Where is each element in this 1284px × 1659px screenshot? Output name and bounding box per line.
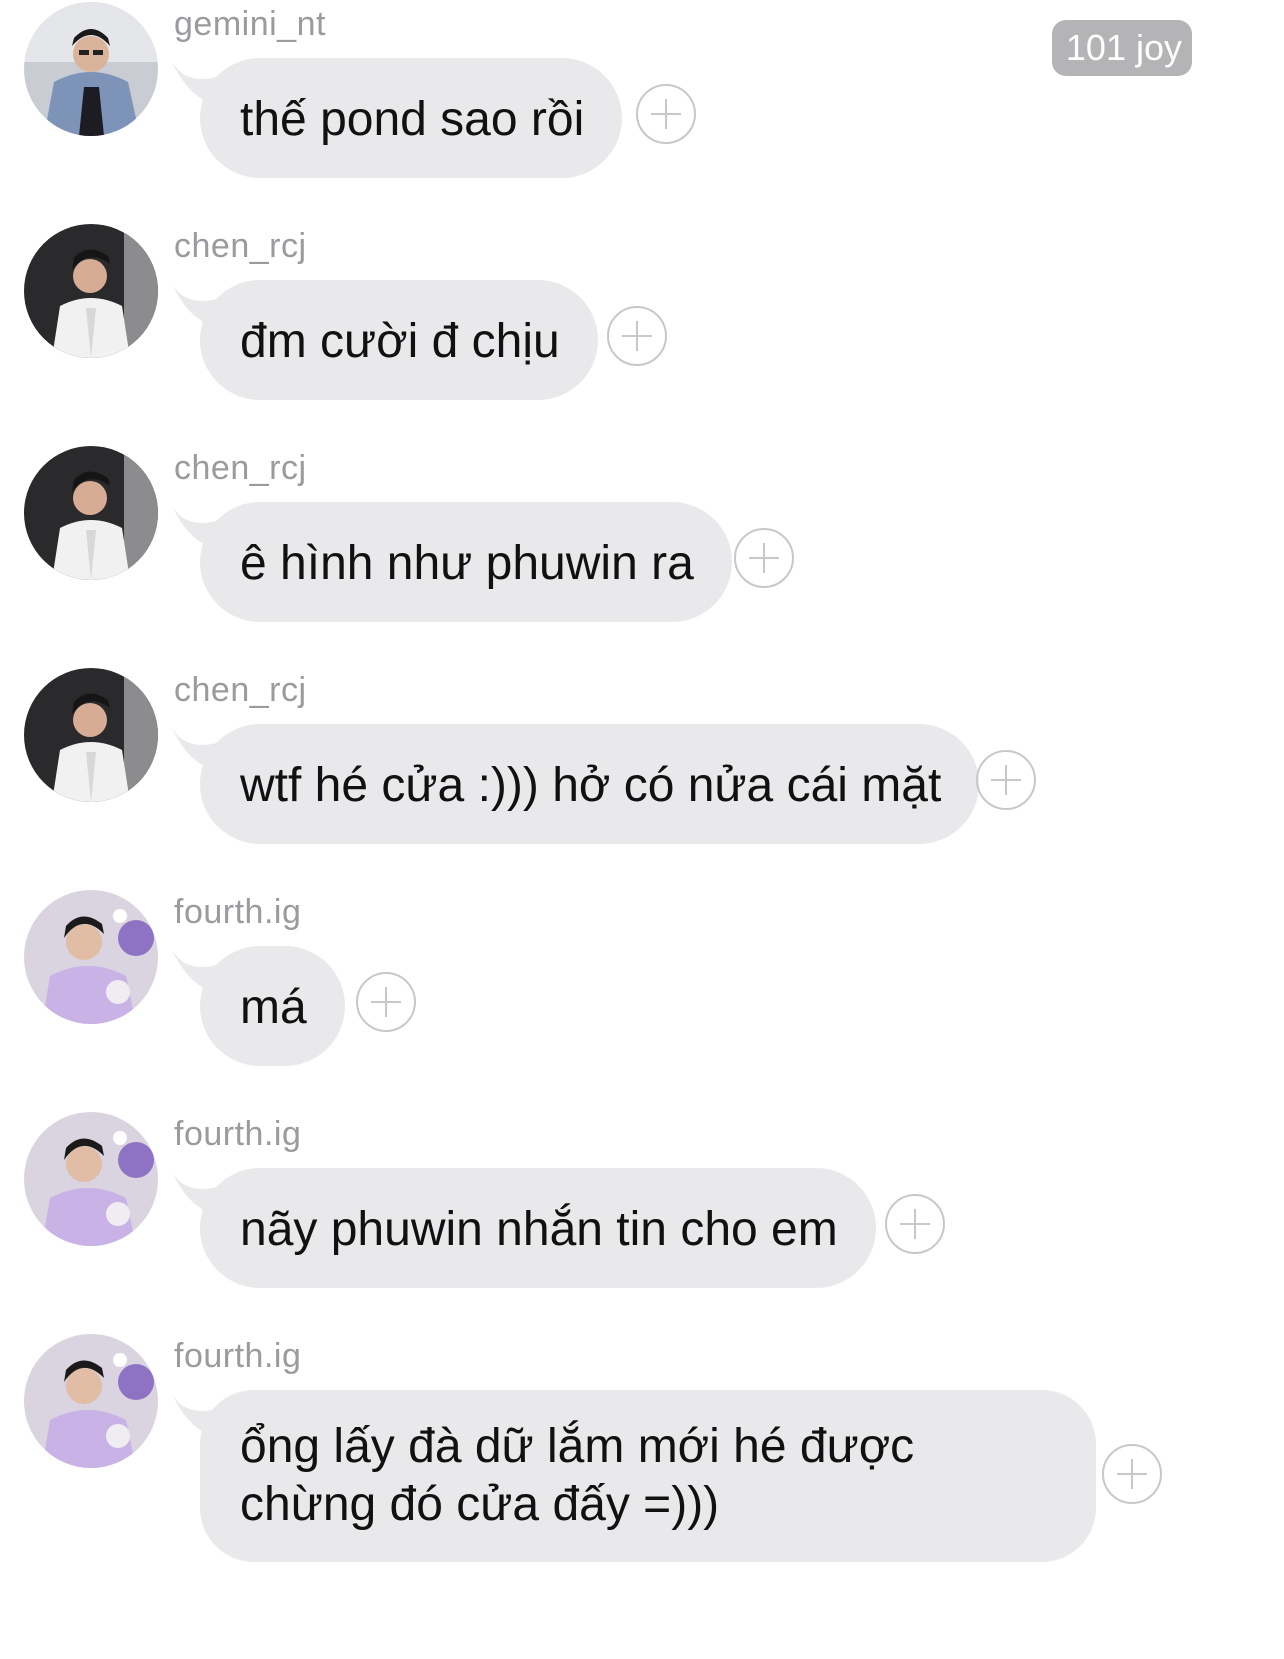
message-bubble[interactable]: thế pond sao rồi xyxy=(200,58,623,178)
avatar-fourth-image xyxy=(24,890,158,1024)
message-bubble[interactable]: nãy phuwin nhắn tin cho em xyxy=(200,1168,876,1288)
username[interactable]: fourth.ig xyxy=(174,1334,301,1378)
username[interactable]: chen_rcj xyxy=(174,446,307,490)
message-row: fourth.ig ổng lấy đà dữ lắm mới hé được … xyxy=(0,1332,1284,1659)
message-row: chen_rcj wtf hé cửa :))) hở có nửa cái m… xyxy=(0,666,1284,866)
username[interactable]: chen_rcj xyxy=(174,668,307,712)
avatar-chen-image xyxy=(24,446,158,580)
message-row: chen_rcj đm cười đ chịu xyxy=(0,222,1284,422)
message-bubble[interactable]: ổng lấy đà dữ lắm mới hé được chừng đó c… xyxy=(200,1390,1096,1562)
message-row: gemini_nt thế pond sao rồi xyxy=(0,0,1284,200)
avatar-chen-image xyxy=(24,224,158,358)
user-avatar[interactable] xyxy=(24,890,158,1024)
avatar-fourth-image xyxy=(24,1112,158,1246)
user-avatar[interactable] xyxy=(24,224,158,358)
add-reaction-button[interactable] xyxy=(734,528,794,588)
user-avatar[interactable] xyxy=(24,1112,158,1246)
add-reaction-button[interactable] xyxy=(1102,1444,1162,1504)
add-reaction-button[interactable] xyxy=(356,972,416,1032)
username[interactable]: gemini_nt xyxy=(174,2,326,46)
avatar-fourth-image xyxy=(24,1334,158,1468)
message-bubble[interactable]: ê hình như phuwin ra xyxy=(200,502,732,622)
chat-thread: 101 joy gemini_nt thế pond sao rồi chen_… xyxy=(0,0,1284,1659)
message-row: fourth.ig má xyxy=(0,888,1284,1088)
user-avatar[interactable] xyxy=(24,1334,158,1468)
add-reaction-button[interactable] xyxy=(636,84,696,144)
username[interactable]: fourth.ig xyxy=(174,1112,301,1156)
message-row: fourth.ig nãy phuwin nhắn tin cho em xyxy=(0,1110,1284,1310)
add-reaction-button[interactable] xyxy=(607,306,667,366)
user-avatar[interactable] xyxy=(24,2,158,136)
add-reaction-button[interactable] xyxy=(976,750,1036,810)
user-avatar[interactable] xyxy=(24,668,158,802)
avatar-gemini-image xyxy=(24,2,158,136)
add-reaction-button[interactable] xyxy=(885,1194,945,1254)
user-avatar[interactable] xyxy=(24,446,158,580)
message-bubble[interactable]: đm cười đ chịu xyxy=(200,280,598,400)
message-bubble[interactable]: wtf hé cửa :))) hở có nửa cái mặt xyxy=(200,724,980,844)
username[interactable]: fourth.ig xyxy=(174,890,301,934)
username[interactable]: chen_rcj xyxy=(174,224,307,268)
avatar-chen-image xyxy=(24,668,158,802)
message-row: chen_rcj ê hình như phuwin ra xyxy=(0,444,1284,644)
message-bubble[interactable]: má xyxy=(200,946,345,1066)
